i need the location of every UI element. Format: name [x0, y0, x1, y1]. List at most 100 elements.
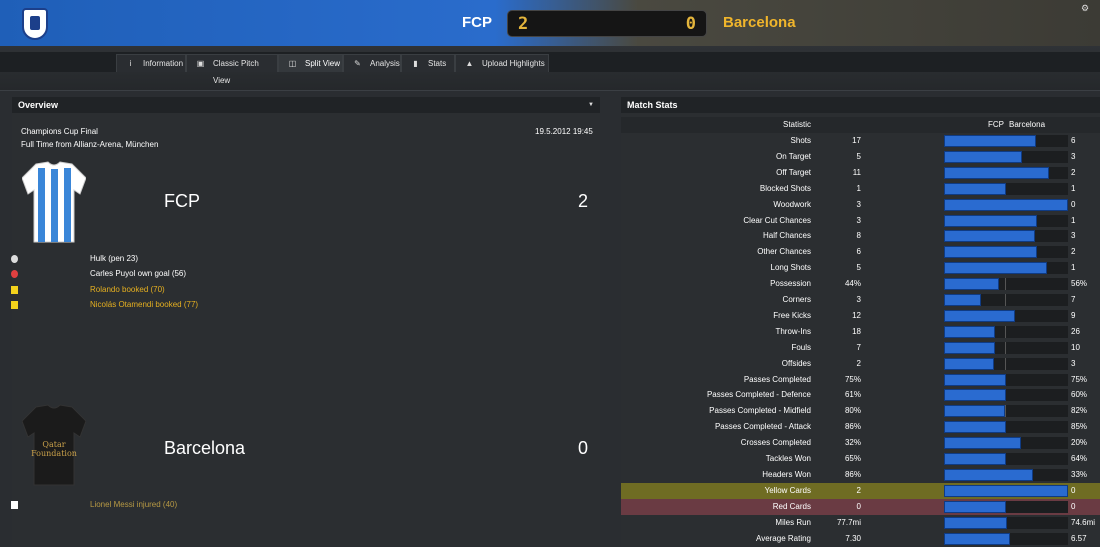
stat-row: Red Cards 0 0: [621, 498, 1100, 515]
stat-away-value: 85%: [1071, 422, 1088, 432]
home-event-2: Carles Puyol own goal (56): [8, 268, 308, 280]
venue-text: Full Time from Allianz-Arena, München: [21, 140, 159, 149]
stat-label: Passes Completed - Midfield: [709, 406, 811, 416]
stat-home-value: 0: [856, 501, 861, 511]
stat-bar-home: [944, 516, 1007, 529]
stat-row: Miles Run 77.7mi 74.6mi: [621, 515, 1100, 531]
stat-bar-home: [944, 166, 1049, 179]
stat-home-value: 77.7mi: [836, 517, 861, 527]
stat-bar-home: [944, 357, 994, 370]
stat-home-value: 44%: [844, 279, 861, 289]
stat-label: Passes Completed: [743, 374, 811, 384]
event-text: Carles Puyol own goal (56): [90, 269, 187, 278]
stat-label: Clear Cut Chances: [743, 215, 811, 225]
stat-away-value: 2: [1071, 167, 1076, 177]
stat-home-value: 5: [856, 263, 861, 273]
stat-row: On Target 5 3: [621, 149, 1100, 165]
stat-home-value: 80%: [844, 406, 861, 416]
tab-split-view[interactable]: ◫ Split View: [278, 54, 343, 72]
stat-away-value: 7: [1071, 295, 1076, 304]
stat-label: Shots: [790, 136, 811, 145]
shirt-sponsor-line-2: Foundation: [31, 449, 77, 458]
stat-row: Throw-Ins 18 26: [621, 324, 1100, 340]
shirt-sponsor-line-1: Qatar: [42, 440, 65, 449]
overview-panel: Overview ▼: [12, 97, 600, 546]
tab-stats[interactable]: ▮ Stats: [401, 54, 455, 72]
stat-row: Off Target 11 2: [621, 165, 1100, 181]
stat-bar-midline: [1005, 294, 1006, 306]
stat-away-value: 82%: [1071, 406, 1088, 416]
stat-label: Other Chances: [757, 247, 811, 257]
stat-away-value: 10: [1071, 342, 1080, 352]
column-away: Barcelona: [1009, 120, 1046, 129]
stat-row: Passes Completed 75% 75%: [621, 372, 1100, 388]
column-home: FCP: [988, 120, 1004, 129]
stat-away-value: 9: [1071, 310, 1076, 320]
stat-away-value: 0: [1071, 199, 1076, 209]
stat-bar-home: [944, 484, 1068, 497]
home-score: 2: [518, 14, 529, 34]
competition-name: Champions Cup Final: [21, 127, 98, 136]
pitch-icon: ▣: [196, 59, 205, 68]
home-score-big: 2: [578, 191, 589, 211]
stat-away-value: 1: [1071, 215, 1076, 225]
stat-away-value: 1: [1071, 183, 1076, 193]
stat-row: Woodwork 3 0: [621, 197, 1100, 213]
goal-icon: [11, 255, 18, 263]
tab-upload-highlights[interactable]: ▲ Upload Highlights: [455, 54, 549, 72]
stat-home-value: 6: [856, 247, 861, 257]
overview-header: Overview ▼: [12, 97, 600, 113]
stat-home-value: 32%: [844, 438, 861, 448]
away-team-title[interactable]: Barcelona: [164, 438, 245, 459]
stat-away-value: 3: [1071, 151, 1076, 161]
tab-label: Stats: [428, 59, 447, 68]
tab-information[interactable]: i Information: [116, 54, 186, 72]
home-event-4: Nicolás Otamendi booked (77): [8, 299, 308, 311]
tab-classic-pitch-view[interactable]: ▣ Classic Pitch View: [186, 54, 278, 85]
stat-label: Half Chances: [762, 231, 811, 241]
split-view-icon: ◫: [288, 59, 297, 68]
tab-analysis[interactable]: ✎ Analysis: [343, 54, 401, 72]
stat-bar-midline: [1005, 357, 1006, 370]
stat-away-value: 2: [1071, 247, 1076, 257]
stat-label: Fouls: [791, 342, 811, 352]
stat-away-value: 1: [1071, 263, 1076, 273]
stat-label: Throw-Ins: [775, 326, 811, 336]
stat-home-value: 1: [856, 183, 861, 193]
stat-home-value: 3: [856, 295, 861, 304]
stat-home-value: 17: [852, 136, 861, 145]
stat-bar-home: [944, 373, 1006, 386]
stat-row: Yellow Cards 2 0: [621, 482, 1100, 499]
settings-icon[interactable]: ⚙: [1081, 4, 1090, 13]
stat-bar-home: [944, 198, 1068, 211]
stat-label: Yellow Cards: [764, 485, 811, 495]
stat-bar-midline: [1005, 278, 1006, 291]
stat-bar-home: [944, 389, 1006, 402]
stat-home-value: 86%: [844, 469, 861, 479]
stat-label: Crosses Completed: [740, 438, 811, 448]
stat-row: Other Chances 6 2: [621, 244, 1100, 260]
home-team-name[interactable]: FCP: [440, 14, 492, 31]
away-team-name[interactable]: Barcelona: [723, 14, 796, 31]
stat-row: Fouls 7 10: [621, 340, 1100, 356]
stat-row: Passes Completed - Midfield 80% 82%: [621, 403, 1100, 419]
stat-away-value: 0: [1071, 485, 1076, 495]
match-datetime: 19.5.2012 19:45: [535, 127, 593, 136]
home-shirt-icon: [22, 161, 86, 243]
away-score: 0: [685, 14, 696, 34]
stat-row: Average Rating 7.30 6.57: [621, 531, 1100, 547]
stat-home-value: 7: [856, 342, 861, 352]
stat-row: Clear Cut Chances 3 1: [621, 213, 1100, 229]
stat-bar-home: [944, 532, 1010, 545]
stat-bar-home: [944, 421, 1006, 434]
dropdown-icon[interactable]: ▼: [588, 97, 594, 113]
event-text: Hulk (pen 23): [90, 254, 139, 263]
stat-away-value: 26: [1071, 326, 1080, 336]
scoreboard: 2 0: [507, 10, 707, 37]
stat-bar-midline: [1005, 341, 1006, 354]
tab-label: Upload Highlights: [482, 59, 545, 68]
home-team-title[interactable]: FCP: [164, 191, 200, 212]
match-header: FCP 2 0 Barcelona ⚙: [0, 0, 1100, 46]
tab-label: Information: [143, 59, 184, 68]
yellow-card-icon: [11, 286, 18, 294]
